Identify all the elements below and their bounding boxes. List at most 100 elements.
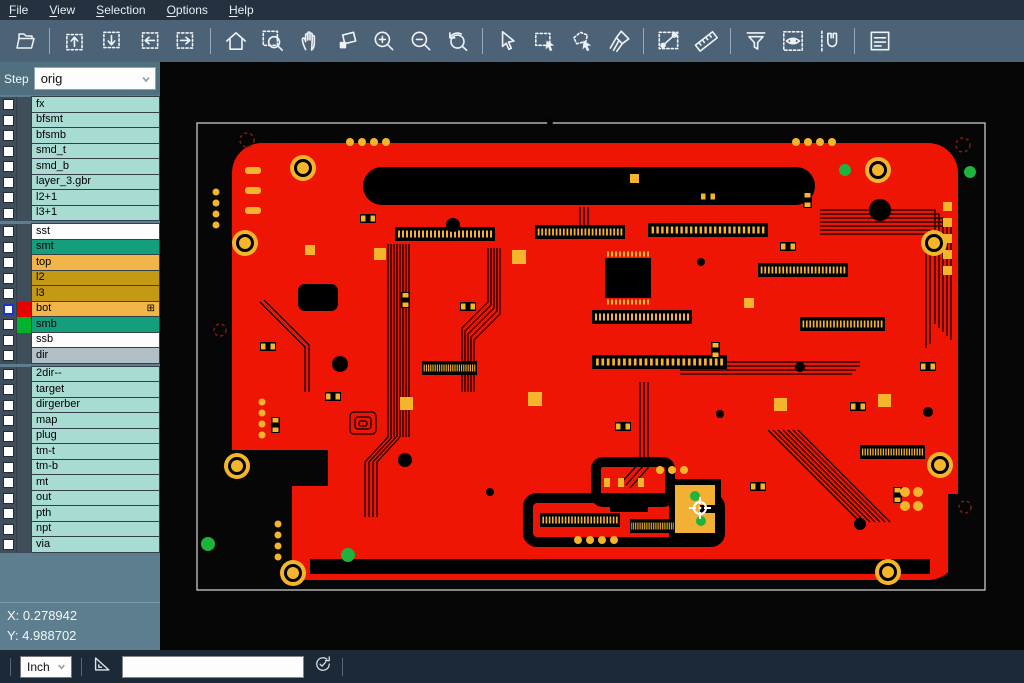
layer-checkbox[interactable] <box>3 192 14 203</box>
layer-label[interactable]: l3 <box>31 285 160 302</box>
layer-color-swatch[interactable] <box>16 175 31 191</box>
menu-file[interactable]: File <box>9 3 28 17</box>
layer-row-mt[interactable]: mt <box>0 475 160 491</box>
layer-color-swatch[interactable] <box>16 206 31 222</box>
layer-row-l3[interactable]: l3 <box>0 286 160 302</box>
layer-row-ssb[interactable]: ssb <box>0 333 160 349</box>
snap-magnet-button[interactable] <box>811 23 848 59</box>
layer-label[interactable]: via <box>31 536 160 553</box>
layer-color-swatch[interactable] <box>16 429 31 445</box>
layer-color-swatch[interactable] <box>16 333 31 349</box>
measure-points-button[interactable] <box>650 23 687 59</box>
layers-panel-button[interactable] <box>861 23 898 59</box>
layer-label[interactable]: npt <box>31 521 160 538</box>
layer-color-swatch[interactable] <box>16 97 31 113</box>
layer-color-swatch[interactable] <box>16 144 31 160</box>
layer-label[interactable]: layer_3.gbr <box>31 174 160 191</box>
layer-color-swatch[interactable] <box>16 224 31 240</box>
layer-row-sst[interactable]: sst <box>0 224 160 240</box>
layer-color-swatch[interactable] <box>16 286 31 302</box>
unit-select[interactable]: Inch <box>20 656 72 678</box>
select-rectangle-button[interactable] <box>526 23 563 59</box>
layer-checkbox[interactable] <box>3 493 14 504</box>
home-view-button[interactable] <box>217 23 254 59</box>
layer-label[interactable]: out <box>31 490 160 507</box>
layer-color-swatch[interactable] <box>16 475 31 491</box>
select-cursor-button[interactable] <box>489 23 526 59</box>
layer-color-swatch[interactable] <box>16 190 31 206</box>
layer-row-dir[interactable]: dir <box>0 348 160 364</box>
layer-label[interactable]: smb <box>31 316 160 333</box>
layer-label[interactable]: tm-t <box>31 443 160 460</box>
layer-checkbox[interactable] <box>3 146 14 157</box>
layer-row-pth[interactable]: pth <box>0 506 160 522</box>
layer-row-fx[interactable]: fx <box>0 97 160 113</box>
layer-row-smd_t[interactable]: smd_t <box>0 144 160 160</box>
view-shift-up-button[interactable] <box>56 23 93 59</box>
layer-checkbox[interactable] <box>3 369 14 380</box>
layer-label[interactable]: map <box>31 412 160 429</box>
layer-label[interactable]: l2 <box>31 270 160 287</box>
layer-checkbox[interactable] <box>3 99 14 110</box>
layer-label[interactable]: target <box>31 381 160 398</box>
layer-label[interactable]: pth <box>31 505 160 522</box>
layer-checkbox[interactable] <box>3 524 14 535</box>
layer-row-plug[interactable]: plug <box>0 429 160 445</box>
layer-checkbox[interactable] <box>3 177 14 188</box>
layer-label[interactable]: l3+1 <box>31 205 160 222</box>
command-input[interactable] <box>122 656 304 678</box>
layer-row-npt[interactable]: npt <box>0 522 160 538</box>
layer-checkbox[interactable] <box>3 304 14 315</box>
layer-row-map[interactable]: map <box>0 413 160 429</box>
layer-row-smb[interactable]: smb <box>0 317 160 333</box>
view-shift-right-button[interactable] <box>167 23 204 59</box>
layer-label[interactable]: tm-b <box>31 459 160 476</box>
layer-label[interactable]: fx <box>31 96 160 113</box>
pcb-viewport[interactable] <box>160 62 1024 650</box>
layer-checkbox[interactable] <box>3 350 14 361</box>
layer-color-swatch[interactable] <box>16 317 31 333</box>
layer-row-bfsmt[interactable]: bfsmt <box>0 113 160 129</box>
layer-row-layer_3.gbr[interactable]: layer_3.gbr <box>0 175 160 191</box>
view-shift-down-button[interactable] <box>93 23 130 59</box>
layer-row-smt[interactable]: smt <box>0 240 160 256</box>
layer-checkbox[interactable] <box>3 415 14 426</box>
layer-checkbox[interactable] <box>3 226 14 237</box>
layer-checkbox[interactable] <box>3 384 14 395</box>
layer-label[interactable]: bfsmb <box>31 127 160 144</box>
zoom-in-button[interactable] <box>365 23 402 59</box>
layer-row-target[interactable]: target <box>0 382 160 398</box>
layer-row-dirgerber[interactable]: dirgerber <box>0 398 160 414</box>
layer-checkbox[interactable] <box>3 161 14 172</box>
layer-color-swatch[interactable] <box>16 460 31 476</box>
filter-button[interactable] <box>737 23 774 59</box>
menu-selection[interactable]: Selection <box>96 3 145 17</box>
layer-label[interactable]: dirgerber <box>31 397 160 414</box>
layer-checkbox[interactable] <box>3 115 14 126</box>
zoom-object-button[interactable] <box>328 23 365 59</box>
layer-checkbox[interactable] <box>3 508 14 519</box>
layer-row-l2+1[interactable]: l2+1 <box>0 190 160 206</box>
layer-row-bot[interactable]: bot⊞ <box>0 302 160 318</box>
layer-color-swatch[interactable] <box>16 367 31 383</box>
open-file-button[interactable] <box>6 23 43 59</box>
layer-label[interactable]: smt <box>31 239 160 256</box>
layer-checkbox[interactable] <box>3 446 14 457</box>
layer-label[interactable]: bot⊞ <box>31 301 160 318</box>
layer-row-2dir--[interactable]: 2dir-- <box>0 367 160 383</box>
layer-row-top[interactable]: top <box>0 255 160 271</box>
layer-checkbox[interactable] <box>3 539 14 550</box>
layer-row-l3+1[interactable]: l3+1 <box>0 206 160 222</box>
layer-row-out[interactable]: out <box>0 491 160 507</box>
zoom-window-button[interactable] <box>254 23 291 59</box>
layer-color-swatch[interactable] <box>16 382 31 398</box>
layer-checkbox[interactable] <box>3 431 14 442</box>
layer-color-swatch[interactable] <box>16 522 31 538</box>
layer-label[interactable]: 2dir-- <box>31 366 160 383</box>
layer-label[interactable]: ssb <box>31 332 160 349</box>
zoom-previous-button[interactable] <box>439 23 476 59</box>
layer-color-swatch[interactable] <box>16 491 31 507</box>
layer-checkbox[interactable] <box>3 335 14 346</box>
show-selection-button[interactable] <box>774 23 811 59</box>
layer-color-swatch[interactable] <box>16 537 31 553</box>
